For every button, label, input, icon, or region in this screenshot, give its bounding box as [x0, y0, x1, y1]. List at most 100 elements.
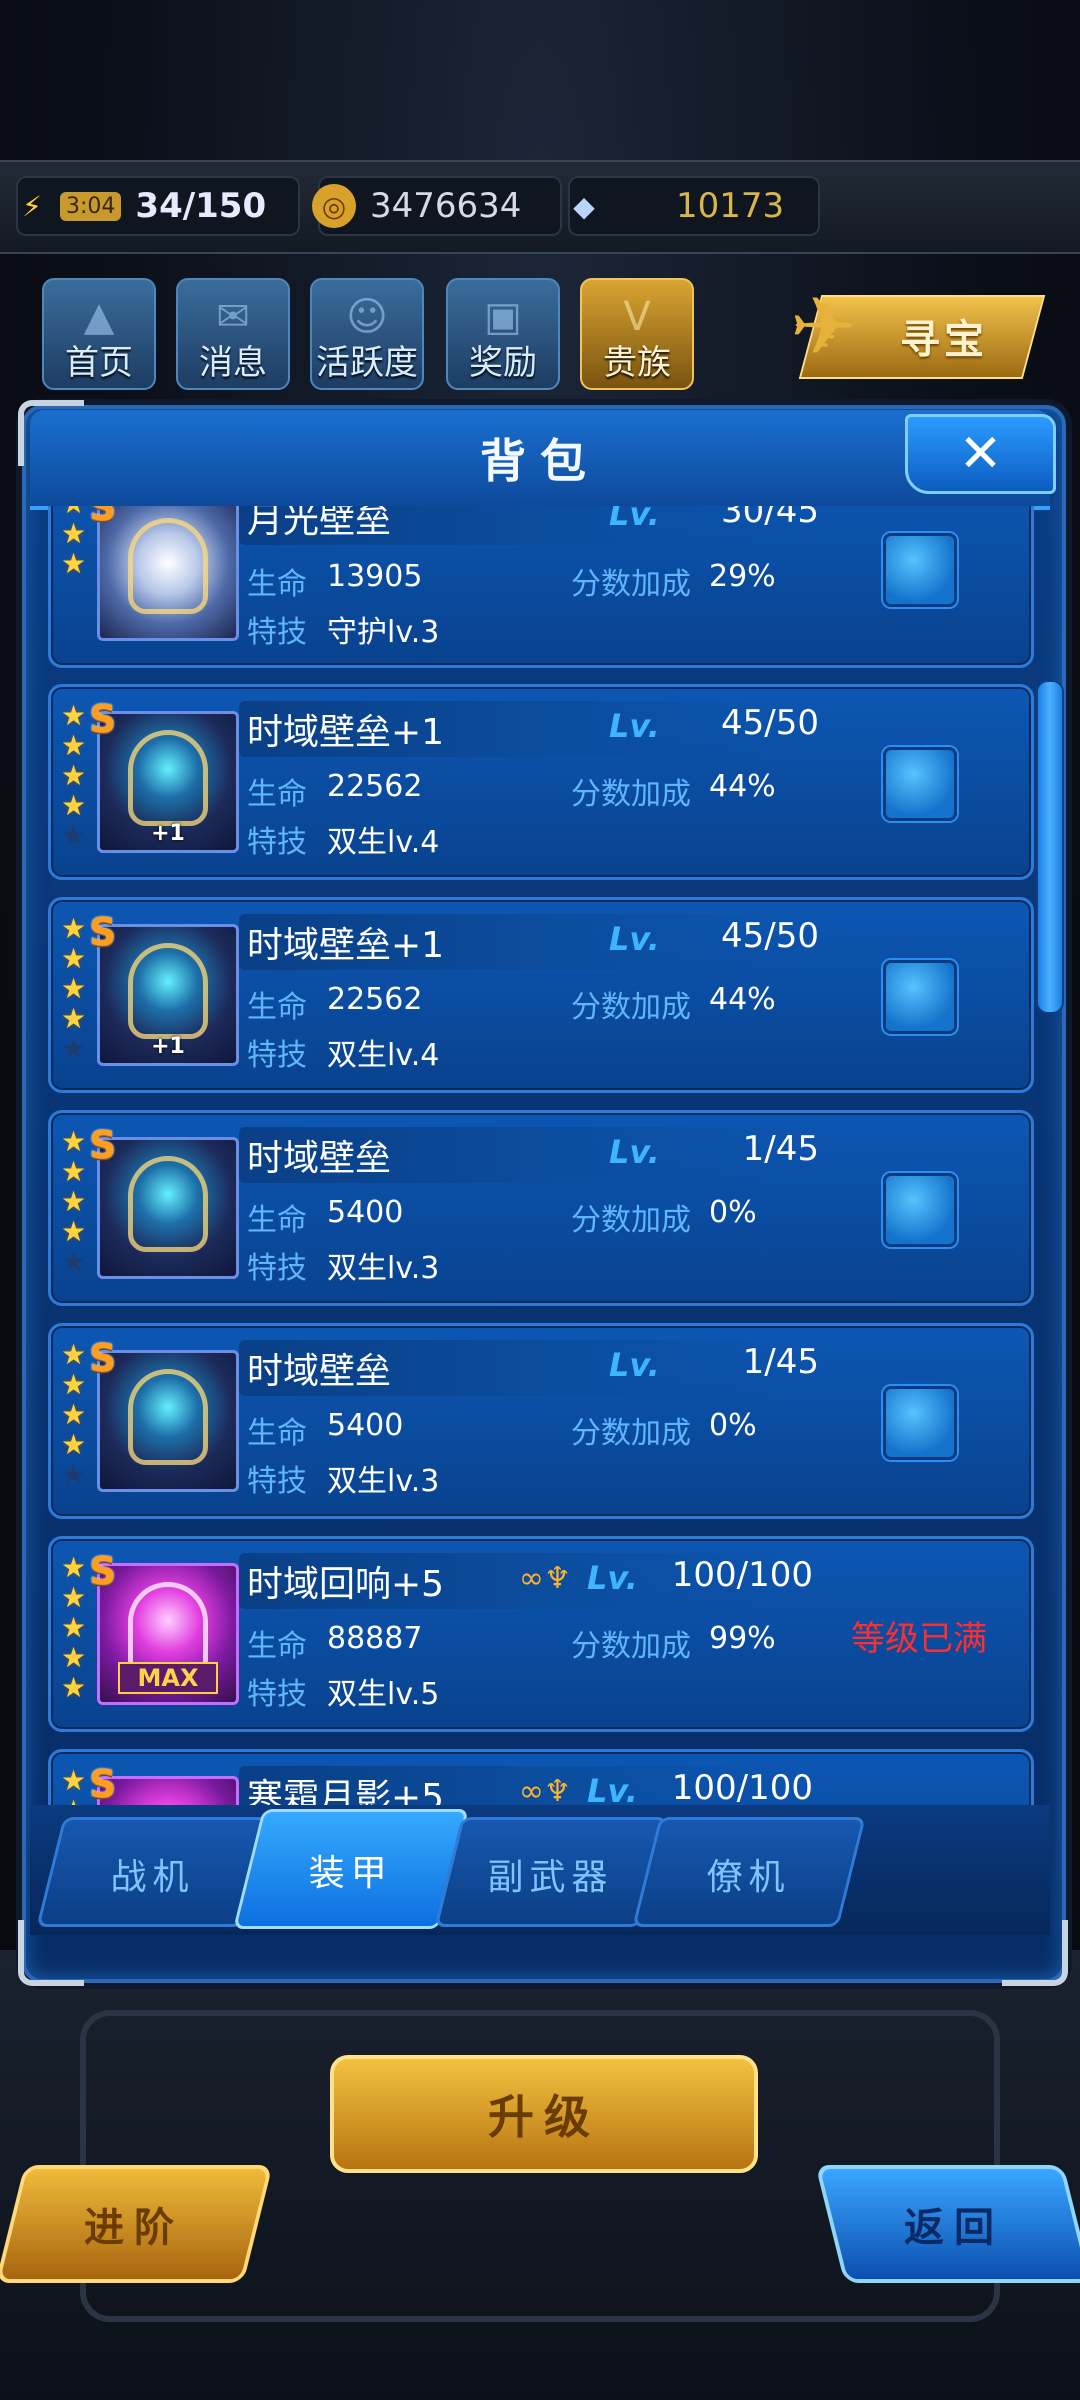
max-badge: MAX	[118, 1662, 218, 1694]
nav-noble-label: 贵族	[603, 343, 671, 383]
star-empty-icon: ★	[61, 819, 87, 852]
list-item[interactable]: ★ ★ ★ ★ ★ S 时域壁垒 Lv. 1/45 生命 5400 分数加成 0…	[48, 1323, 1034, 1519]
star-icon: ★	[61, 1671, 87, 1704]
max-level-status: 等级已满	[851, 1619, 987, 1659]
awaken-icon: ∞♆	[519, 1561, 571, 1596]
star-rating: ★ ★ ★ ★ ★	[61, 914, 91, 1064]
close-button[interactable]: ✕	[905, 414, 1056, 494]
star-icon: ★	[61, 1215, 87, 1248]
list-item[interactable]: ★ ★ S 寒霜月影+5 ∞♆ Lv. 100/100	[48, 1749, 1034, 1806]
star-rating: ★ ★ ★ ★ ★	[61, 1553, 91, 1703]
skill-value: 双生lv.4	[327, 1038, 440, 1073]
grade-badge: S	[89, 1123, 117, 1167]
tab-fighter[interactable]: 战机	[36, 1817, 270, 1927]
item-thumbnail	[97, 506, 239, 641]
tab-fighter-label: 战机	[110, 1857, 195, 1898]
item-thumbnail	[97, 1776, 239, 1806]
skill-label: 特技	[247, 1464, 307, 1499]
nav-reward-button[interactable]: ▣ 奖励	[446, 278, 560, 390]
hp-label: 生命	[247, 567, 307, 602]
message-icon: ✉	[216, 294, 250, 340]
advance-label: 进阶	[84, 2205, 184, 2251]
diamond-counter[interactable]: ◆ 10173	[568, 176, 820, 236]
item-thumbnail	[97, 1137, 239, 1279]
frame-corner	[18, 400, 84, 466]
item-level: 1/45	[742, 1342, 819, 1382]
item-name: 时域壁垒	[247, 1138, 392, 1179]
select-checkbox[interactable]	[883, 1386, 957, 1460]
list-item[interactable]: ★ ★ ★ ★ ★ +1 S 时域壁垒+1 Lv. 45/50 生命 22562…	[48, 897, 1034, 1093]
reward-icon: ▣	[484, 294, 522, 340]
select-checkbox[interactable]	[883, 960, 957, 1034]
level-label: Lv.	[587, 1772, 638, 1806]
list-item[interactable]: ★ ★ ★ ★ ★ +1 S 时域壁垒+1 Lv. 45/50 生命 22562…	[48, 684, 1034, 880]
item-list[interactable]: ★ ★ ★ S 月光壁垒 Lv. 30/45 生命 13905 分数加成 29%…	[40, 506, 1040, 1806]
star-icon: ★	[61, 517, 87, 550]
star-rating: ★ ★ ★	[61, 506, 91, 579]
hp-label: 生命	[247, 990, 307, 1025]
star-empty-icon: ★	[61, 1032, 87, 1065]
nav-noble-button[interactable]: V 贵族	[580, 278, 694, 390]
skill-label: 特技	[247, 825, 307, 860]
item-level: 30/45	[721, 506, 819, 531]
grade-badge: S	[89, 506, 117, 529]
nav-home-button[interactable]: ▲ 首页	[42, 278, 156, 390]
score-value: 99%	[709, 1621, 776, 1656]
nav-message-button[interactable]: ✉ 消息	[176, 278, 290, 390]
select-checkbox[interactable]	[883, 747, 957, 821]
hp-value: 5400	[327, 1408, 404, 1443]
item-level: 45/50	[721, 916, 819, 956]
coin-counter[interactable]: ◎ 3476634	[312, 176, 562, 236]
score-value: 44%	[709, 769, 776, 804]
item-name: 寒霜月影+5	[247, 1777, 445, 1806]
star-icon: ★	[61, 1764, 87, 1797]
back-button[interactable]: 返回	[815, 2165, 1080, 2283]
list-scrollbar[interactable]	[1036, 680, 1064, 1014]
hp-value: 22562	[327, 769, 423, 804]
select-checkbox[interactable]	[883, 533, 957, 607]
upgrade-button[interactable]: 升级	[330, 2055, 758, 2173]
item-thumbnail: +1	[97, 711, 239, 853]
tab-wingman[interactable]: 僚机	[632, 1817, 866, 1927]
tab-sub-weapon[interactable]: 副武器	[434, 1817, 668, 1927]
item-thumbnail: MAX	[97, 1563, 239, 1705]
star-icon: ★	[61, 1398, 87, 1431]
skill-value: 双生lv.4	[327, 825, 440, 860]
grade-badge: S	[89, 910, 117, 954]
star-rating: ★ ★ ★ ★ ★	[61, 701, 91, 851]
star-icon: ★	[61, 729, 87, 762]
star-icon: ★	[61, 942, 87, 975]
grade-badge: S	[89, 1762, 117, 1806]
list-item[interactable]: ★ ★ ★ ★ ★ MAX S 时域回响+5 ∞♆ Lv. 100/100 生命…	[48, 1536, 1034, 1732]
enhance-badge: +1	[151, 1034, 185, 1059]
advance-button[interactable]: 进阶	[0, 2165, 273, 2283]
hp-label: 生命	[247, 1203, 307, 1238]
helmet-icon	[128, 518, 208, 614]
tab-armor[interactable]: 装甲	[233, 1809, 469, 1929]
energy-counter[interactable]: ⚡ 3:04 34/150	[16, 176, 300, 236]
star-rating: ★ ★ ★ ★ ★	[61, 1340, 91, 1490]
panel-title: 背包	[480, 434, 600, 488]
star-icon: ★	[61, 547, 87, 580]
list-item[interactable]: ★ ★ ★ ★ ★ S 时域壁垒 Lv. 1/45 生命 5400 分数加成 0…	[48, 1110, 1034, 1306]
select-checkbox[interactable]	[883, 1173, 957, 1247]
hp-value: 22562	[327, 982, 423, 1017]
coin-icon: ◎	[312, 184, 356, 228]
skill-value: 守护lv.3	[327, 615, 440, 650]
skill-value: 双生lv.5	[327, 1677, 440, 1712]
list-item[interactable]: ★ ★ ★ S 月光壁垒 Lv. 30/45 生命 13905 分数加成 29%…	[48, 506, 1034, 668]
item-name: 时域壁垒+1	[247, 925, 445, 966]
star-icon: ★	[61, 1002, 87, 1035]
jet-icon: ✈	[790, 280, 858, 373]
nav-message-label: 消息	[199, 343, 267, 383]
lightning-icon: ⚡	[22, 189, 42, 223]
score-label: 分数加成	[571, 567, 691, 602]
score-label: 分数加成	[571, 1629, 691, 1664]
noble-icon: V	[623, 294, 651, 340]
skill-label: 特技	[247, 1038, 307, 1073]
nav-activity-button[interactable]: ☺ 活跃度	[310, 278, 424, 390]
treasure-button[interactable]: ✈ 寻宝	[790, 280, 1046, 380]
awaken-icon: ∞♆	[519, 1774, 571, 1806]
star-icon: ★	[61, 1125, 87, 1158]
star-icon: ★	[61, 1641, 87, 1674]
